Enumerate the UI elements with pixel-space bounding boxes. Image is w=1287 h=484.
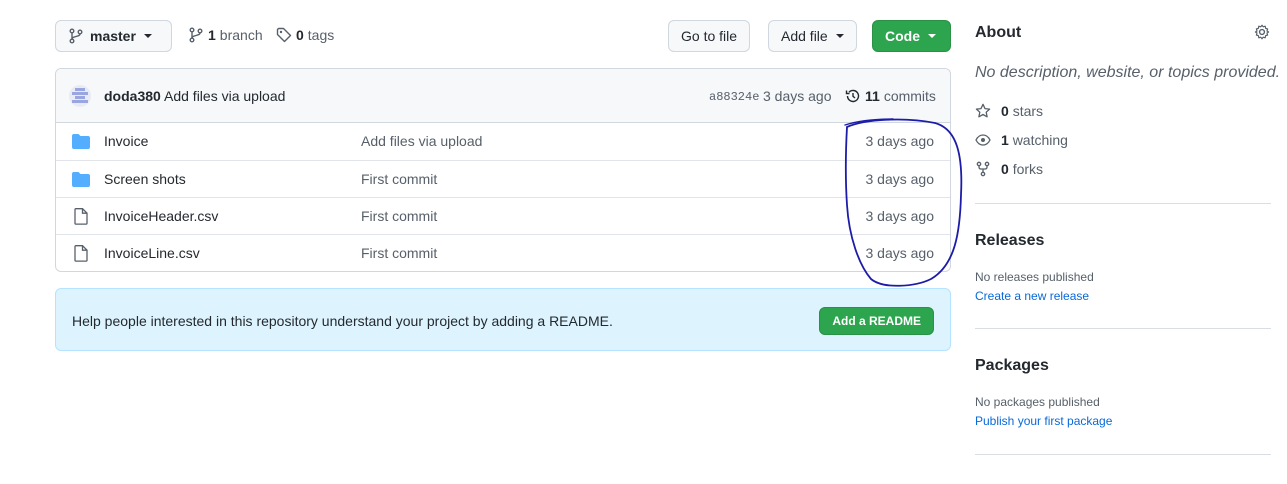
watching-label: watching <box>1012 132 1068 148</box>
gear-icon[interactable] <box>1254 24 1270 40</box>
packages-empty-text: No packages published <box>975 395 1100 409</box>
tags-count: 0 <box>296 27 304 43</box>
file-name[interactable]: Invoice <box>104 133 148 149</box>
table-row[interactable]: Screen shots First commit 3 days ago <box>56 160 950 197</box>
go-to-file-label: Go to file <box>681 28 738 44</box>
commits-link[interactable]: 11 commits <box>845 88 936 104</box>
latest-commit-bar: doda380 Add files via upload a88324e 3 d… <box>56 69 950 123</box>
code-label: Code <box>885 28 920 44</box>
eye-icon <box>975 132 991 148</box>
commit-time: 3 days ago <box>763 88 832 104</box>
releases-heading[interactable]: Releases <box>975 232 1044 250</box>
stars-label: stars <box>1012 103 1044 119</box>
chevron-down-icon <box>928 34 936 38</box>
add-readme-button[interactable]: Add a README <box>819 307 934 335</box>
file-commit-message[interactable]: First commit <box>361 208 437 224</box>
branches-link[interactable]: 1 branch <box>188 27 263 43</box>
hand-drawn-annotation <box>844 118 963 287</box>
go-to-file-button[interactable]: Go to file <box>668 20 751 52</box>
chevron-down-icon <box>143 34 152 38</box>
history-icon <box>845 88 861 104</box>
star-icon <box>975 103 991 119</box>
readme-banner-text: Help people interested in this repositor… <box>72 313 613 329</box>
commits-label: commits <box>883 88 936 104</box>
watching-count: 1 <box>1001 132 1009 148</box>
about-heading: About <box>975 24 1022 41</box>
tags-link[interactable]: 0 tags <box>276 27 334 43</box>
chevron-down-icon <box>835 34 844 38</box>
table-row[interactable]: InvoiceHeader.csv First commit 3 days ag… <box>56 197 950 234</box>
readme-banner: Help people interested in this repositor… <box>55 288 951 351</box>
commit-message[interactable]: Add files via upload <box>164 88 285 104</box>
releases-empty-text: No releases published <box>975 270 1094 284</box>
commit-sha[interactable]: a88324e <box>709 90 759 104</box>
file-icon <box>74 208 88 225</box>
code-button[interactable]: Code <box>872 20 951 52</box>
sidebar-divider <box>975 454 1271 455</box>
tag-icon <box>276 27 292 43</box>
file-commit-message[interactable]: First commit <box>361 245 437 261</box>
about-description: No description, website, or topics provi… <box>975 64 1281 81</box>
file-icon <box>74 245 88 262</box>
table-row[interactable]: InvoiceLine.csv First commit 3 days ago <box>56 234 950 271</box>
create-release-link[interactable]: Create a new release <box>975 289 1089 303</box>
avatar[interactable] <box>69 85 91 107</box>
file-name[interactable]: InvoiceHeader.csv <box>104 208 218 224</box>
fork-icon <box>975 161 991 177</box>
sidebar-divider <box>975 328 1271 329</box>
branches-label: branch <box>219 27 263 43</box>
forks-count: 0 <box>1001 161 1009 177</box>
file-name[interactable]: Screen shots <box>104 171 186 187</box>
commits-count: 11 <box>865 88 880 104</box>
forks-link[interactable]: 0 forks <box>975 161 1043 177</box>
file-list: doda380 Add files via upload a88324e 3 d… <box>55 68 951 272</box>
add-file-button[interactable]: Add file <box>768 20 857 52</box>
branch-icon <box>68 28 84 44</box>
forks-label: forks <box>1012 161 1044 177</box>
commit-author[interactable]: doda380 <box>104 88 161 104</box>
branch-icon <box>188 27 204 43</box>
stars-link[interactable]: 0 stars <box>975 103 1043 119</box>
folder-icon <box>72 134 90 149</box>
branch-name: master <box>90 28 136 44</box>
branch-selector[interactable]: master <box>55 20 172 52</box>
file-commit-message[interactable]: First commit <box>361 171 437 187</box>
tags-label: tags <box>307 27 335 43</box>
folder-icon <box>72 172 90 187</box>
branches-count: 1 <box>208 27 216 43</box>
stars-count: 0 <box>1001 103 1009 119</box>
sidebar-divider <box>975 203 1271 204</box>
file-commit-message[interactable]: Add files via upload <box>361 133 482 149</box>
publish-package-link[interactable]: Publish your first package <box>975 414 1112 428</box>
watching-link[interactable]: 1 watching <box>975 132 1068 148</box>
add-file-label: Add file <box>781 28 828 44</box>
file-name[interactable]: InvoiceLine.csv <box>104 245 200 261</box>
table-row[interactable]: Invoice Add files via upload 3 days ago <box>56 123 950 160</box>
packages-heading[interactable]: Packages <box>975 357 1049 375</box>
